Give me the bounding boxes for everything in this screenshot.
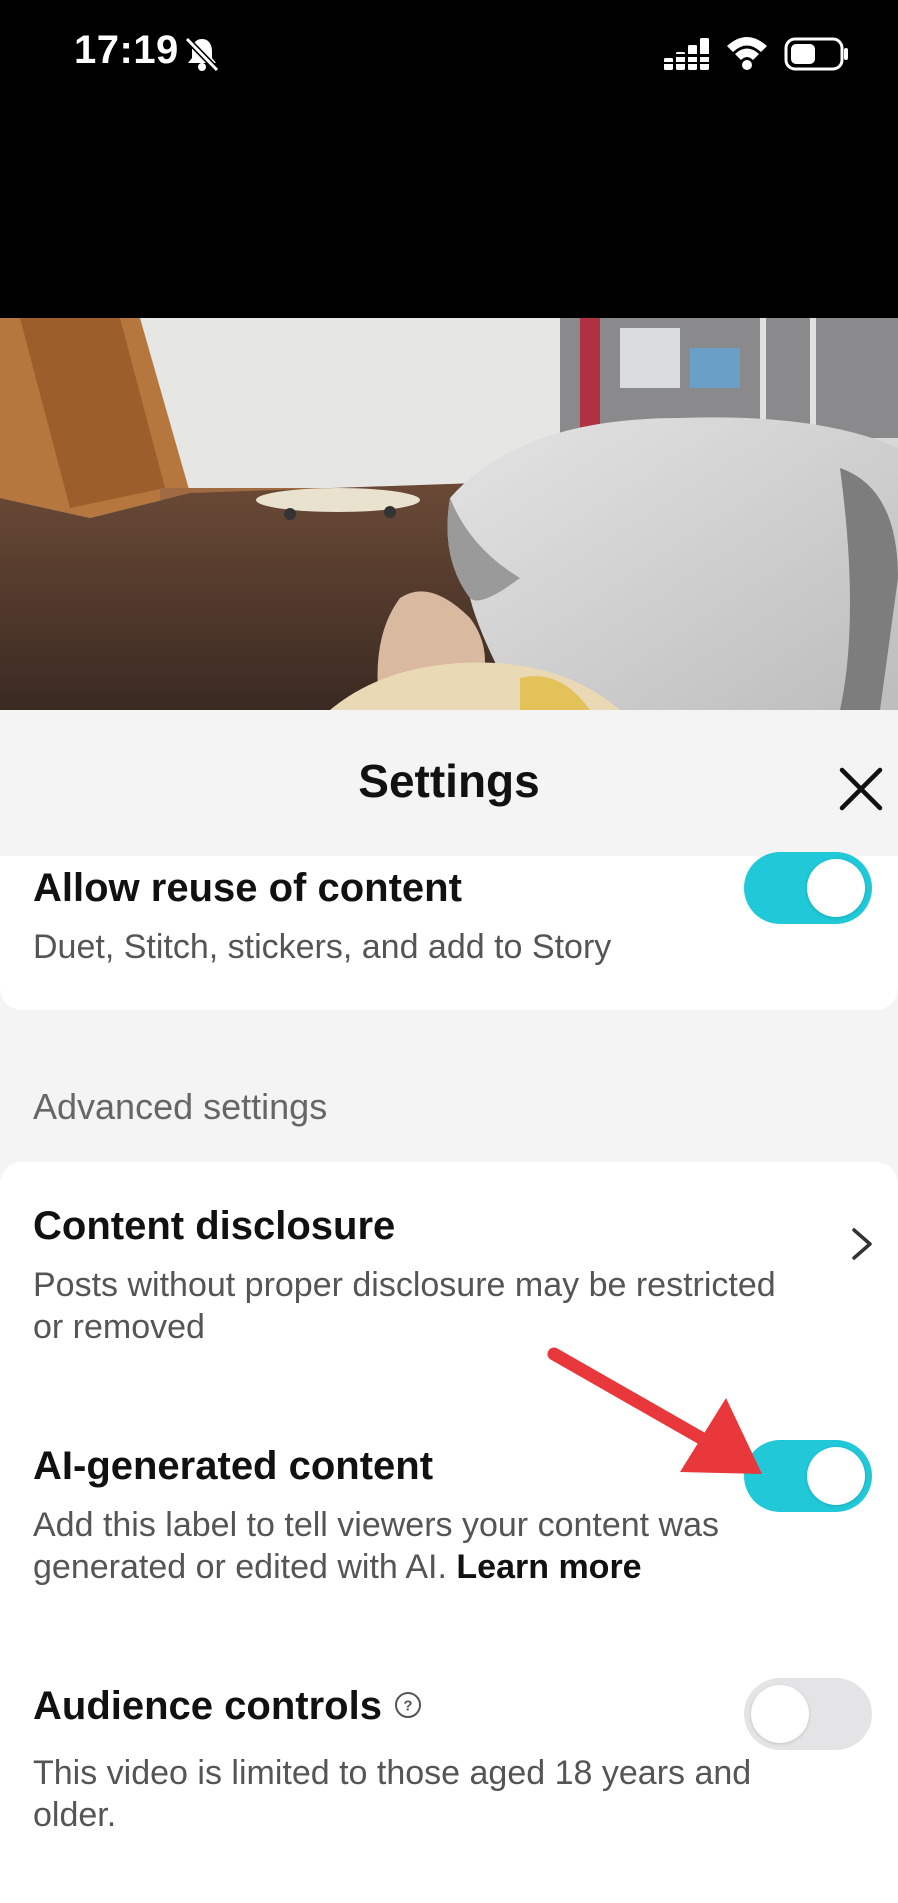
signal-icon [664,38,710,70]
learn-more-link[interactable]: Learn more [456,1548,641,1586]
content-disclosure-description-line1: Posts without proper disclosure may be r… [33,1266,776,1304]
wifi-icon [727,37,767,70]
toggle-knob [807,859,865,917]
advanced-settings-label: Advanced settings [33,1086,328,1127]
reuse-content-row: Allow reuse of content Duet, Stitch, sti… [0,852,898,1010]
sheet-header: Settings [0,710,898,856]
svg-text:?: ? [403,1698,412,1715]
audience-controls-description-line1: This video is limited to those aged 18 y… [33,1754,752,1792]
ai-content-description-line1: Add this label to tell viewers your cont… [33,1506,720,1544]
sheet-title: Settings [358,755,540,807]
audience-controls-toggle[interactable] [744,1678,872,1750]
bell-muted-icon [184,36,220,73]
ai-content-description-line2: generated or edited with AI. [33,1548,447,1586]
settings-sheet: Settings Allow reuse of content Duet, St… [0,710,898,1903]
audience-controls-title: Audience controls [33,1684,382,1728]
help-icon[interactable]: ? [394,1691,422,1719]
video-preview[interactable] [0,318,898,710]
content-disclosure-description-line2: or removed [33,1308,205,1346]
status-time: 17:19 [74,28,179,72]
status-bar: 17:19 [0,0,898,318]
content-disclosure-row[interactable]: Content disclosure Posts without proper … [0,1162,898,1362]
ai-content-description-line2-wrap: generated or edited with AI. Learn more [33,1546,642,1588]
ai-content-title: AI-generated content [33,1444,434,1488]
reuse-content-toggle[interactable] [744,852,872,924]
toggle-knob [751,1685,809,1743]
video-frame-image [0,318,898,710]
audience-controls-description-line2: older. [33,1796,117,1834]
reuse-content-title: Allow reuse of content [33,866,462,910]
toggle-knob [807,1447,865,1505]
ai-content-toggle[interactable] [744,1440,872,1512]
advanced-settings-card: Content disclosure Posts without proper … [0,1162,898,1903]
chevron-right-icon [852,1228,872,1260]
content-disclosure-title: Content disclosure [33,1204,396,1248]
reuse-content-description: Duet, Stitch, stickers, and add to Story [33,928,612,966]
close-icon[interactable] [836,764,886,814]
battery-icon [784,37,848,71]
audience-controls-title-wrap: Audience controls? [33,1684,422,1729]
